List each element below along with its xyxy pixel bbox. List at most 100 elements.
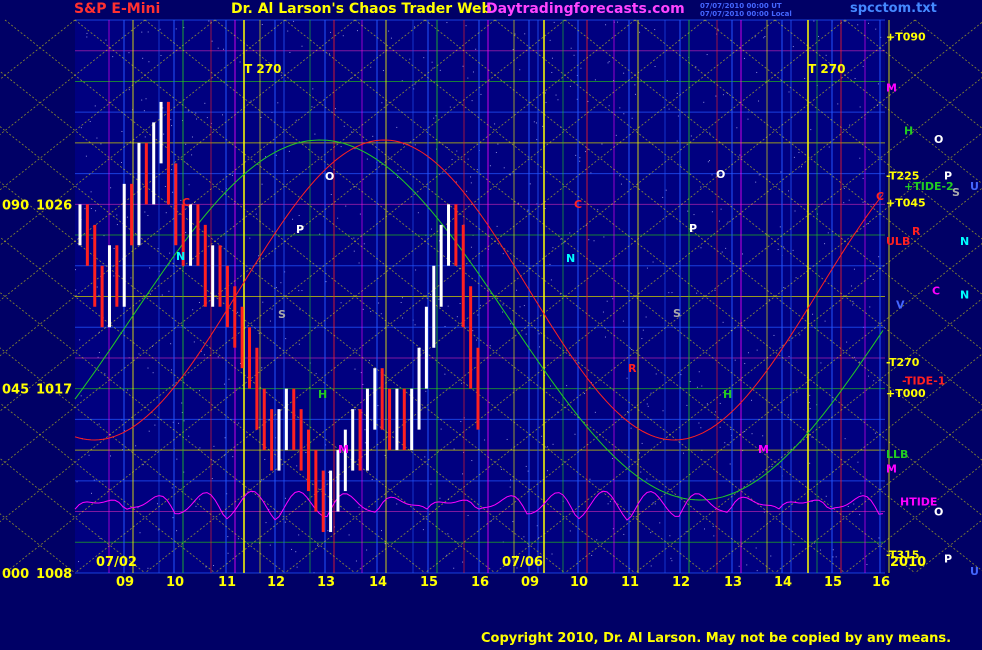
star: [654, 29, 656, 31]
star: [809, 407, 811, 409]
star: [296, 566, 298, 568]
star: [430, 483, 432, 485]
star: [364, 429, 366, 431]
star: [596, 539, 598, 541]
plot-letter: O: [716, 168, 725, 181]
star: [401, 297, 403, 299]
top-label: T 270: [808, 62, 845, 76]
date-label: 07/02: [96, 555, 137, 570]
star: [744, 430, 746, 432]
star: [208, 20, 210, 22]
star: [222, 114, 223, 116]
star: [467, 514, 469, 516]
y-tick-price: 1017: [36, 383, 72, 398]
star: [224, 437, 226, 439]
star: [611, 457, 613, 459]
star: [110, 187, 112, 189]
star: [747, 118, 749, 120]
right-label: P: [944, 553, 952, 566]
star: [477, 314, 479, 316]
star: [370, 66, 372, 68]
star: [112, 56, 114, 58]
star: [751, 433, 753, 435]
star: [605, 24, 607, 26]
star: [261, 367, 263, 369]
star: [500, 468, 502, 470]
star: [467, 158, 469, 160]
star: [619, 175, 621, 177]
star: [627, 411, 629, 413]
star: [589, 478, 591, 480]
star: [85, 155, 87, 157]
star: [449, 106, 451, 108]
star: [98, 423, 100, 425]
star: [676, 140, 678, 142]
star: [433, 117, 435, 119]
star: [181, 402, 183, 404]
star: [470, 176, 472, 178]
star: [587, 100, 589, 102]
star: [127, 389, 129, 391]
star: [755, 547, 757, 549]
star: [414, 144, 416, 146]
star: [84, 208, 86, 210]
star: [213, 565, 215, 567]
star: [425, 390, 427, 392]
star: [690, 135, 692, 137]
star: [770, 555, 772, 557]
star: [519, 306, 521, 308]
star: [722, 321, 724, 323]
star: [170, 343, 172, 345]
star: [353, 237, 355, 239]
star: [358, 262, 360, 264]
star: [195, 505, 197, 507]
star: [461, 382, 463, 384]
star: [662, 410, 664, 412]
star: [588, 239, 590, 241]
star: [626, 377, 628, 379]
star: [837, 103, 839, 105]
star: [400, 302, 402, 304]
right-label: S: [952, 186, 960, 199]
right-label: C: [876, 190, 884, 203]
star: [217, 47, 219, 49]
star: [700, 247, 702, 249]
star: [423, 57, 425, 59]
star: [198, 301, 200, 303]
star: [285, 338, 287, 340]
star: [853, 268, 855, 270]
hour-label: 16: [471, 575, 489, 590]
star: [668, 108, 670, 110]
site-label[interactable]: Daytradingforecasts.com: [486, 1, 685, 17]
star: [237, 311, 239, 313]
star: [183, 420, 185, 422]
star: [617, 21, 619, 23]
star: [580, 67, 582, 69]
star: [98, 294, 100, 296]
star: [484, 439, 486, 441]
star: [143, 110, 145, 112]
star: [813, 20, 815, 22]
star: [206, 117, 208, 119]
star: [262, 301, 264, 303]
star: [570, 47, 572, 49]
star: [874, 432, 876, 434]
star: [758, 100, 760, 102]
star: [569, 85, 571, 87]
star: [550, 385, 552, 387]
hour-label: 12: [267, 575, 285, 590]
star: [706, 403, 708, 405]
star: [330, 31, 332, 33]
star: [138, 353, 140, 355]
star: [645, 316, 647, 318]
star: [497, 143, 499, 145]
star: [824, 320, 826, 322]
star: [641, 442, 643, 444]
star: [647, 405, 649, 407]
star: [604, 336, 606, 338]
star: [232, 456, 234, 458]
star: [758, 174, 760, 176]
star: [148, 430, 150, 432]
star: [422, 529, 424, 531]
right-label: V: [896, 299, 905, 312]
